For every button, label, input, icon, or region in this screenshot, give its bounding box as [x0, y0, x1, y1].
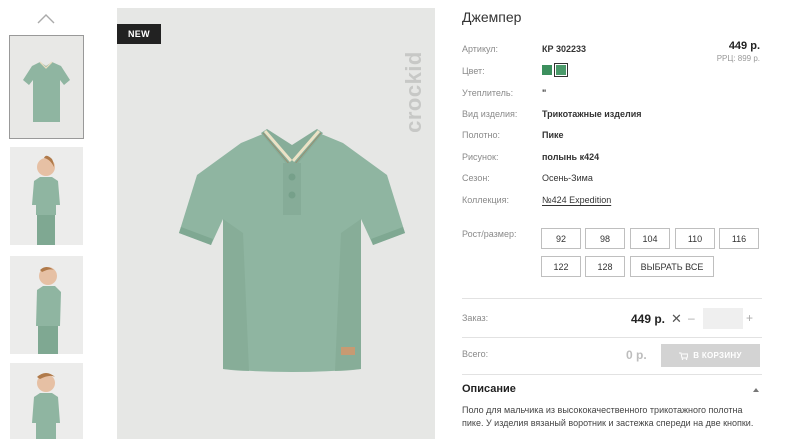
add-to-cart-button[interactable]: В КОРЗИНУ — [661, 344, 760, 367]
recommended-retail-price: РРЦ: 899 р. — [716, 54, 760, 63]
thumbnail-4-model-back[interactable] — [10, 363, 83, 439]
spec-label: Утеплитель: — [462, 88, 514, 98]
select-all-sizes-button[interactable]: ВЫБРАТЬ ВСЕ — [630, 256, 714, 277]
add-to-cart-label: В КОРЗИНУ — [693, 351, 742, 360]
new-badge: NEW — [117, 24, 161, 44]
total-label: Всего: — [462, 349, 489, 359]
spec-value: " — [542, 88, 547, 98]
spec-value: полынь к424 — [542, 152, 600, 162]
spec-label: Полотно: — [462, 130, 501, 140]
color-swatch-2-selected[interactable] — [554, 63, 568, 77]
collapse-arrow-icon[interactable] — [752, 386, 760, 394]
spec-label: Артикул: — [462, 44, 499, 54]
order-price: 449 р. — [631, 312, 666, 326]
thumbnail-1-shirt[interactable] — [9, 35, 84, 139]
divider — [462, 298, 762, 299]
description-title[interactable]: Описание — [462, 383, 516, 395]
collection-link[interactable]: №424 Expedition — [542, 195, 611, 205]
product-price: 449 р. — [728, 40, 760, 52]
size-button-98[interactable]: 98 — [585, 228, 625, 249]
spec-value: Трикотажные изделия — [542, 109, 642, 119]
thumbnail-3-model-side[interactable] — [10, 256, 83, 354]
size-button-122[interactable]: 122 — [541, 256, 581, 277]
spec-label: Рисунок: — [462, 152, 499, 162]
cart-icon — [679, 352, 689, 360]
color-swatch-1[interactable] — [542, 65, 552, 75]
quantity-input[interactable] — [703, 308, 743, 329]
decrease-quantity-button[interactable]: – — [688, 311, 695, 325]
spec-label: Сезон: — [462, 173, 490, 183]
spec-value: КР 302233 — [542, 44, 587, 54]
size-button-116[interactable]: 116 — [719, 228, 759, 249]
spec-value: Осень-Зима — [542, 173, 593, 183]
size-button-110[interactable]: 110 — [675, 228, 715, 249]
product-title: Джемпер — [462, 9, 522, 25]
thumbnail-2-model-front[interactable] — [10, 147, 83, 245]
brand-watermark-text: crockid — [401, 51, 426, 133]
size-button-92[interactable]: 92 — [541, 228, 581, 249]
total-value: 0 р. — [626, 348, 647, 362]
main-product-image[interactable]: NEW crockid — [117, 8, 435, 439]
remove-order-icon[interactable]: ✕ — [671, 311, 682, 327]
spec-label: Цвет: — [462, 66, 485, 76]
size-button-128[interactable]: 128 — [585, 256, 625, 277]
thumbnails-up-arrow-icon[interactable] — [36, 12, 56, 26]
spec-value: Пике — [542, 130, 564, 140]
polo-shirt-image — [179, 129, 405, 372]
increase-quantity-button[interactable]: + — [746, 311, 753, 325]
spec-label: Вид изделия: — [462, 109, 518, 119]
divider — [462, 337, 762, 338]
size-button-104[interactable]: 104 — [630, 228, 670, 249]
description-text: Поло для мальчика из высококачественного… — [462, 405, 754, 428]
divider — [462, 374, 762, 375]
spec-label: Коллекция: — [462, 195, 510, 205]
size-label: Рост/размер: — [462, 229, 517, 239]
order-label: Заказ: — [462, 313, 489, 323]
